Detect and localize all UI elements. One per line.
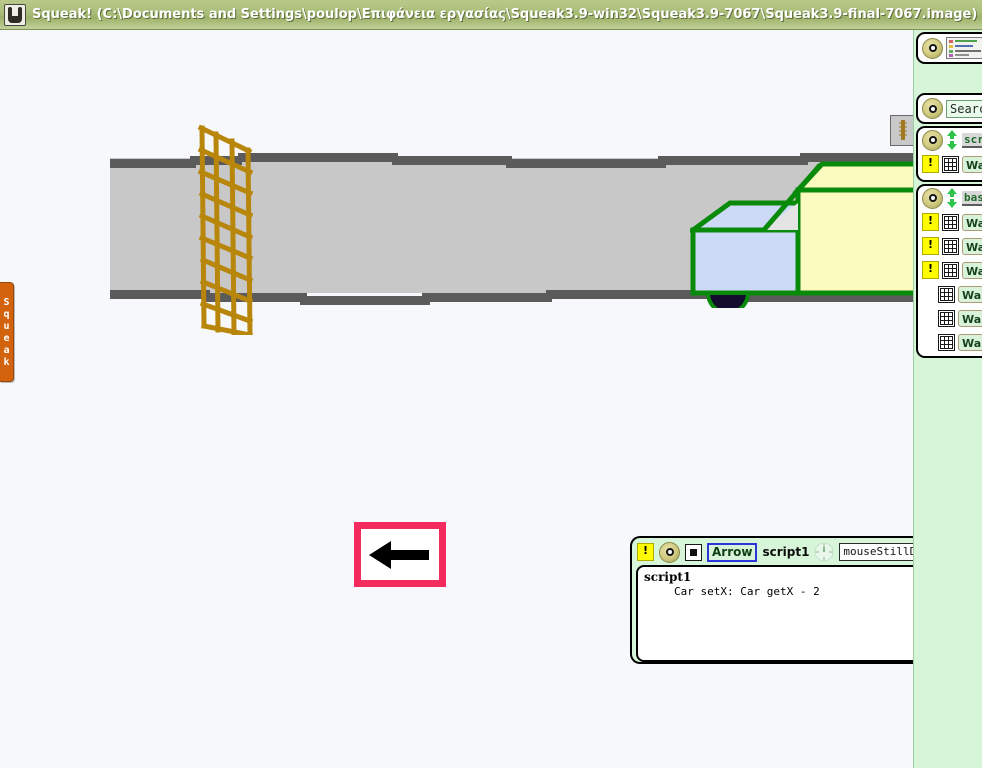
script-name-label: script1 <box>762 545 810 559</box>
squeak-flap-tab[interactable]: S q u e a k <box>0 282 14 382</box>
viewer-row[interactable]: ! Wall <box>918 258 982 282</box>
road-top-edge <box>506 159 666 168</box>
viewer-row[interactable]: ! Wall <box>918 210 982 234</box>
basic-category-header[interactable]: basi <box>918 186 982 210</box>
flap-letter-e: e <box>3 333 10 344</box>
car-wheel <box>705 291 751 315</box>
wall-lattice-sketch[interactable] <box>190 120 260 338</box>
road-bottom-edge <box>422 293 552 302</box>
grid-icon[interactable] <box>938 309 955 327</box>
flap-letter-s: S <box>3 297 10 308</box>
row-label[interactable]: Wall <box>962 213 982 231</box>
scripts-category-label[interactable]: scri <box>962 132 982 148</box>
window-title: Squeak! (C:\Documents and Settings\poulo… <box>32 7 978 22</box>
script-body-title: script1 <box>644 570 692 584</box>
halo-dot-icon[interactable] <box>922 129 943 151</box>
car-cab <box>690 227 801 296</box>
grid-icon[interactable] <box>942 213 959 231</box>
scripts-category-header[interactable]: scri <box>918 128 982 152</box>
paintbrush-icon <box>899 119 907 140</box>
script-editor-header: ! Arrow script1 mouseStillDown <box>632 538 958 564</box>
viewer-row[interactable]: Wall's <box>918 306 982 330</box>
fence-svg <box>197 124 254 338</box>
viewer-row[interactable]: ! Wall <box>918 152 982 176</box>
grid-icon[interactable] <box>942 261 959 279</box>
row-label[interactable]: Wall's <box>958 309 982 327</box>
stop-square-icon[interactable] <box>685 543 702 561</box>
row-label[interactable]: Wall's <box>958 285 982 303</box>
road-bottom-edge <box>300 296 430 305</box>
viewer-row[interactable]: Wall's <box>918 330 982 354</box>
up-down-arrows-icon[interactable] <box>946 188 959 208</box>
halo-dot-icon[interactable] <box>922 187 943 209</box>
grid-icon[interactable] <box>942 237 959 255</box>
basic-category-label[interactable]: basi <box>962 190 982 206</box>
road-top-edge <box>238 153 398 162</box>
squeak-application-window: Squeak! (C:\Documents and Settings\poulo… <box>0 0 982 768</box>
halo-dot-icon[interactable] <box>922 98 943 119</box>
road-top-edge <box>392 156 512 165</box>
flap-letter-k: k <box>3 357 10 368</box>
halo-dot-icon[interactable] <box>659 541 680 563</box>
viewer-row[interactable]: Wall's <box>918 282 982 306</box>
row-bang-button[interactable]: ! <box>922 237 939 255</box>
viewer-flap-panel[interactable]: Search scri ! <box>913 30 982 768</box>
viewer-row[interactable]: ! Wall <box>918 234 982 258</box>
world-thumbnail[interactable] <box>946 37 982 59</box>
script-body-code[interactable]: Car setX: Car getX - 2 <box>644 584 950 599</box>
script-code-area[interactable]: script1 Car setX: Car getX - 2 ▲ ▼ <box>636 565 958 662</box>
squeak-mouse-icon <box>4 3 26 26</box>
halo-dot-icon[interactable] <box>922 37 943 59</box>
flap-letter-u: u <box>3 321 10 332</box>
row-label[interactable]: Wall's <box>958 333 982 351</box>
viewer-scripts-pane[interactable]: scri ! Wall <box>916 126 982 182</box>
row-bang-button[interactable]: ! <box>922 155 939 173</box>
up-down-arrows-icon[interactable] <box>946 130 959 150</box>
viewer-thumbnail-pane[interactable] <box>916 32 982 64</box>
road-top-edge <box>110 159 196 168</box>
row-label[interactable]: Wall <box>962 261 982 279</box>
clock-icon[interactable] <box>814 542 834 562</box>
flap-letter-q: q <box>3 309 10 320</box>
row-bang-button[interactable]: ! <box>922 213 939 231</box>
grid-icon[interactable] <box>942 155 959 173</box>
script-actor-badge[interactable]: Arrow <box>707 542 758 562</box>
row-label[interactable]: Wall <box>962 237 982 255</box>
grid-icon[interactable] <box>938 285 955 303</box>
script-bang-button[interactable]: ! <box>637 543 654 561</box>
grid-icon[interactable] <box>938 333 955 351</box>
flap-letter-a: a <box>3 345 10 356</box>
search-input[interactable]: Search <box>946 99 982 118</box>
window-titlebar: Squeak! (C:\Documents and Settings\poulo… <box>0 0 982 30</box>
script-editor-window[interactable]: ! Arrow script1 mouseStillDown script1 C… <box>630 536 960 664</box>
viewer-basic-pane[interactable]: basi ! Wall ! Wall ! Wall <box>916 184 982 358</box>
row-bang-button[interactable]: ! <box>922 261 939 279</box>
row-label[interactable]: Wall <box>962 155 982 173</box>
left-arrow-icon <box>369 540 429 569</box>
viewer-search-pane[interactable]: Search <box>916 93 982 124</box>
left-arrow-button[interactable] <box>354 522 446 587</box>
squeak-world-canvas[interactable]: S q u e a k ! Arrow script1 mouseStillDo… <box>0 30 982 768</box>
